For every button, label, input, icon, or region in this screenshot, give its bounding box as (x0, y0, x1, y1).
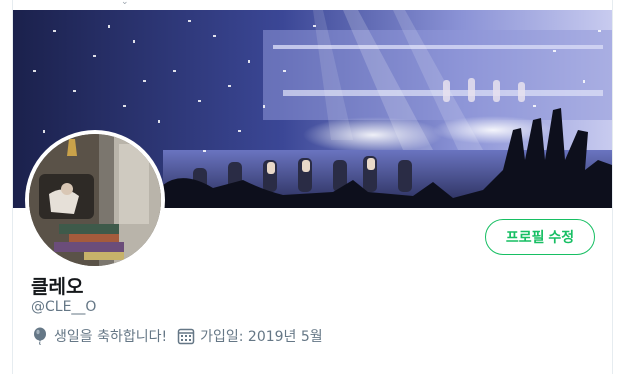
edit-profile-button[interactable]: 프로필 수정 (485, 219, 595, 255)
profile-meta-row: 생일을 축하합니다! 가입일: 2019년 5월 (31, 326, 333, 346)
balloon-icon (31, 327, 49, 346)
top-strip: ⌄ (13, 0, 612, 10)
avatar-illustration (29, 134, 161, 266)
profile-avatar[interactable] (25, 130, 165, 270)
user-handle: @CLE__O (31, 299, 97, 315)
birthday-text: 생일을 축하합니다! (54, 329, 168, 345)
birthday-item: 생일을 축하합니다! (31, 326, 167, 346)
joined-item: 가입일: 2019년 5월 (177, 326, 323, 346)
display-name: 클레오 (31, 276, 84, 298)
top-strip-glyph: ⌄ (121, 0, 129, 7)
avatar-image (29, 134, 161, 266)
calendar-icon (177, 327, 195, 345)
profile-card: ⌄ 프로필 수정 클레오 @CLE__O 생일을 축하합니다! 가입일: 201… (12, 0, 613, 374)
joined-date-text: 가입일: 2019년 5월 (200, 329, 323, 345)
